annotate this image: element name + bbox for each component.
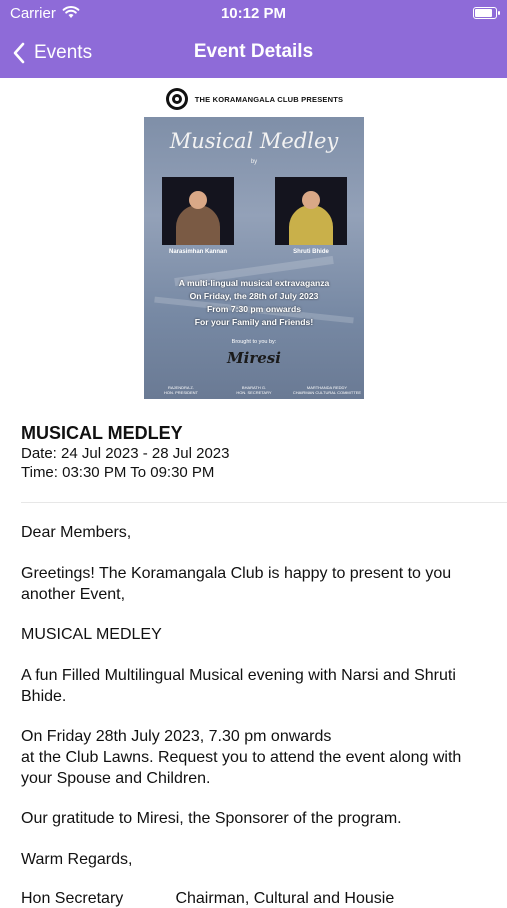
poster-artwork: Musical Medley by Narasimhan Kannan Shru… [144,117,364,399]
signature-secretary: Hon Secretary [21,890,124,907]
navigation-bar: Events Event Details [0,28,507,78]
poster-header: THE KORAMANGALA CLUB PRESENTS [143,84,365,114]
body-signatures: Hon Secretary Chairman, Cultural and Hou… [21,890,501,908]
signatory-3: MARTHANDA REDDY CHAIRMAN CULTURAL COMMIT… [292,385,362,395]
body-gratitude: Our gratitude to Miresi, the Sponsorer o… [21,810,402,827]
status-bar: Carrier 10:12 PM [0,0,507,28]
sponsor-logo: Miresi [227,349,281,367]
battery-icon [473,7,500,19]
poster-line-2: On Friday, the 28th of July 2023 [189,291,319,301]
body-event-name: MUSICAL MEDLEY [21,626,162,643]
poster-line-3: From 7:30 pm onwards [206,304,302,314]
signature-chairman: Chairman, Cultural and Housie [175,890,395,907]
poster-brought-by: Brought to you by: [231,339,277,345]
event-date: Date: 24 Jul 2023 - 28 Jul 2023 [21,445,230,462]
body-intro: Greetings! The Koramangala Club is happy… [21,565,452,603]
signatory-1: RAJENDRA Z. HON. PRESIDENT [163,385,198,395]
body-closing: Warm Regards, [21,851,133,868]
event-time: Time: 03:30 PM To 09:30 PM [21,464,215,481]
poster-title: Musical Medley [169,129,339,153]
performer-name-2: Shruti Bhide [293,249,329,255]
poster-by: by [250,159,258,165]
body-details-line-2: at the Club Lawns. Request you to attend… [21,749,462,787]
poster-header-text: THE KORAMANGALA CLUB PRESENTS [194,94,344,104]
divider [21,502,507,503]
performer-photo-1 [162,177,234,245]
body-greeting: Dear Members, [21,524,132,541]
signatory-2: BHARATH G. HON. SECRETARY [236,385,272,395]
page-title: Event Details [193,41,314,62]
club-logo-icon [165,88,188,110]
performer-photo-2 [275,177,347,245]
event-poster[interactable]: THE KORAMANGALA CLUB PRESENTS Musical Me… [143,84,365,400]
event-title: MUSICAL MEDLEY [21,423,183,443]
body-description: A fun Filled Multilingual Musical evenin… [21,667,456,705]
performer-name-1: Narasimhan Kannan [168,249,228,255]
status-time: 10:12 PM [220,5,287,22]
body-details-line-1: On Friday 28th July 2023, 7.30 pm onward… [21,728,332,745]
poster-line-4: For your Family and Friends! [194,317,314,327]
poster-line-1: A multi-lingual musical extravaganza [178,278,330,288]
